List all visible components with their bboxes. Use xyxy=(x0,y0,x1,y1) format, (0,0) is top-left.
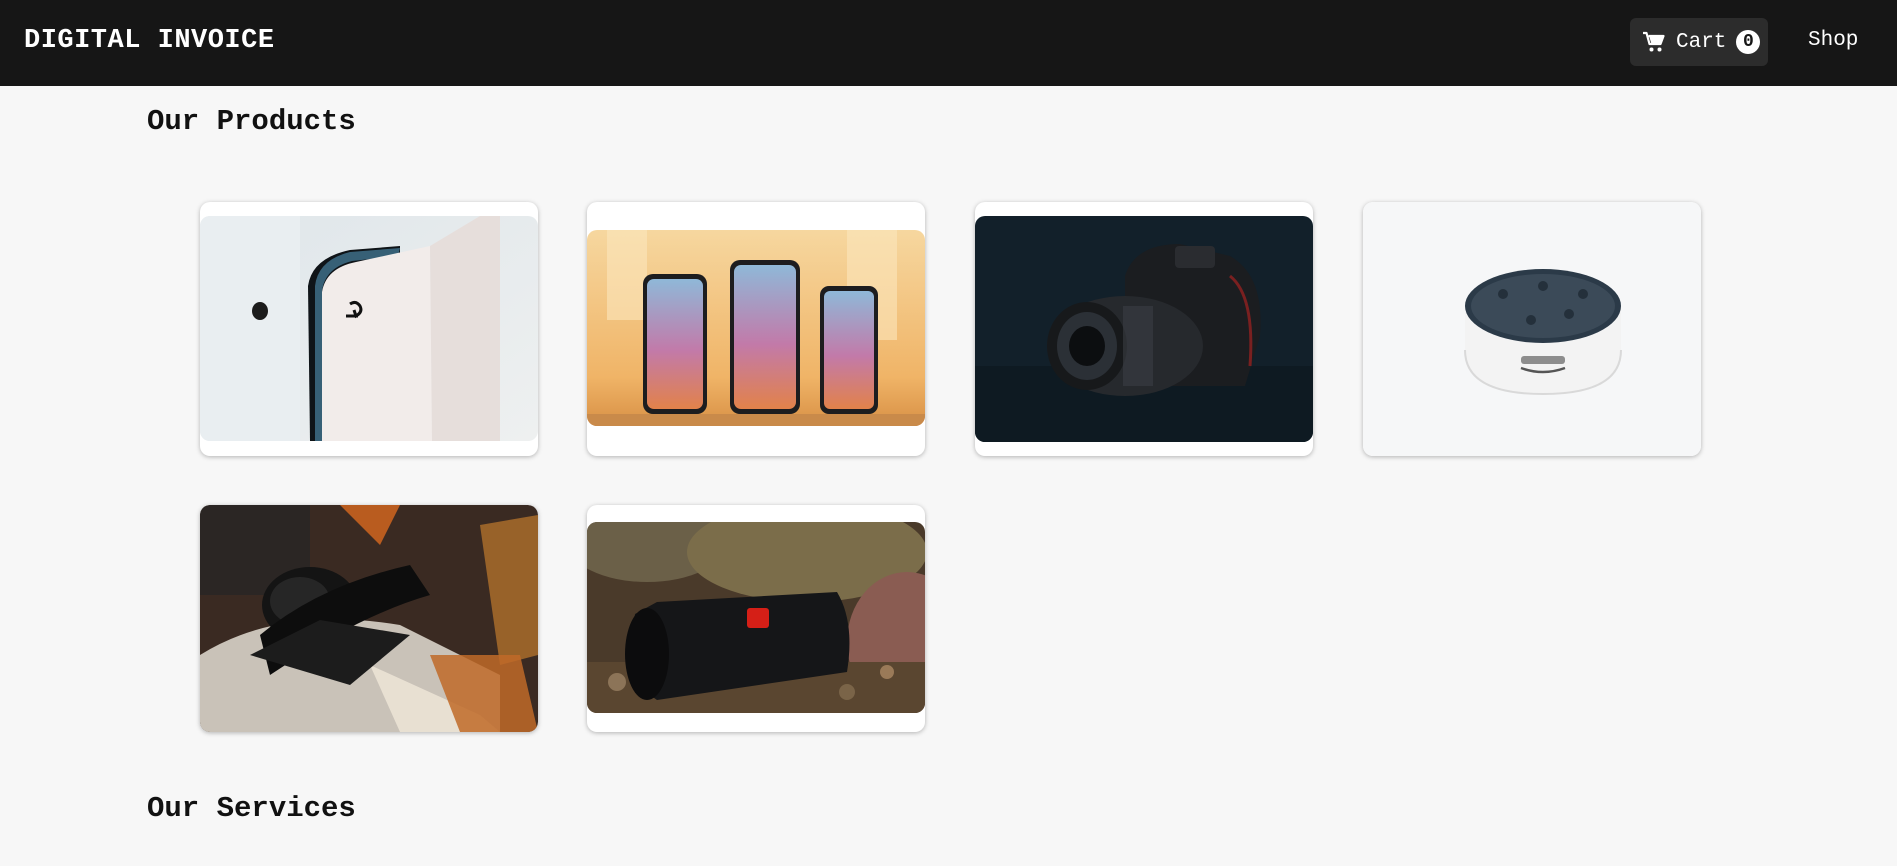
cart-count-badge: 0 xyxy=(1736,30,1761,54)
product-image-speaker xyxy=(587,522,925,713)
product-card[interactable] xyxy=(587,505,925,732)
product-image-playstation xyxy=(200,216,538,441)
product-card[interactable] xyxy=(200,202,538,456)
products-section-title: Our Products xyxy=(147,105,356,138)
product-image-camera xyxy=(975,216,1313,442)
product-image-iphones xyxy=(587,230,925,426)
product-card[interactable] xyxy=(587,202,925,456)
product-card[interactable] xyxy=(1363,202,1701,456)
cart-button[interactable]: Cart 0 xyxy=(1630,18,1768,66)
shop-link[interactable]: Shop xyxy=(1808,29,1858,52)
product-card[interactable] xyxy=(200,505,538,732)
product-card[interactable] xyxy=(975,202,1313,456)
top-navbar: DIGITAL INVOICE Cart 0 Shop xyxy=(0,0,1897,86)
services-section-title: Our Services xyxy=(147,792,356,825)
product-image-headphones xyxy=(200,505,538,732)
cart-label: Cart xyxy=(1676,30,1727,54)
brand-logo-text[interactable]: DIGITAL INVOICE xyxy=(24,26,275,56)
product-image-echo-dot xyxy=(1363,202,1701,456)
shopping-cart-icon xyxy=(1643,31,1665,52)
